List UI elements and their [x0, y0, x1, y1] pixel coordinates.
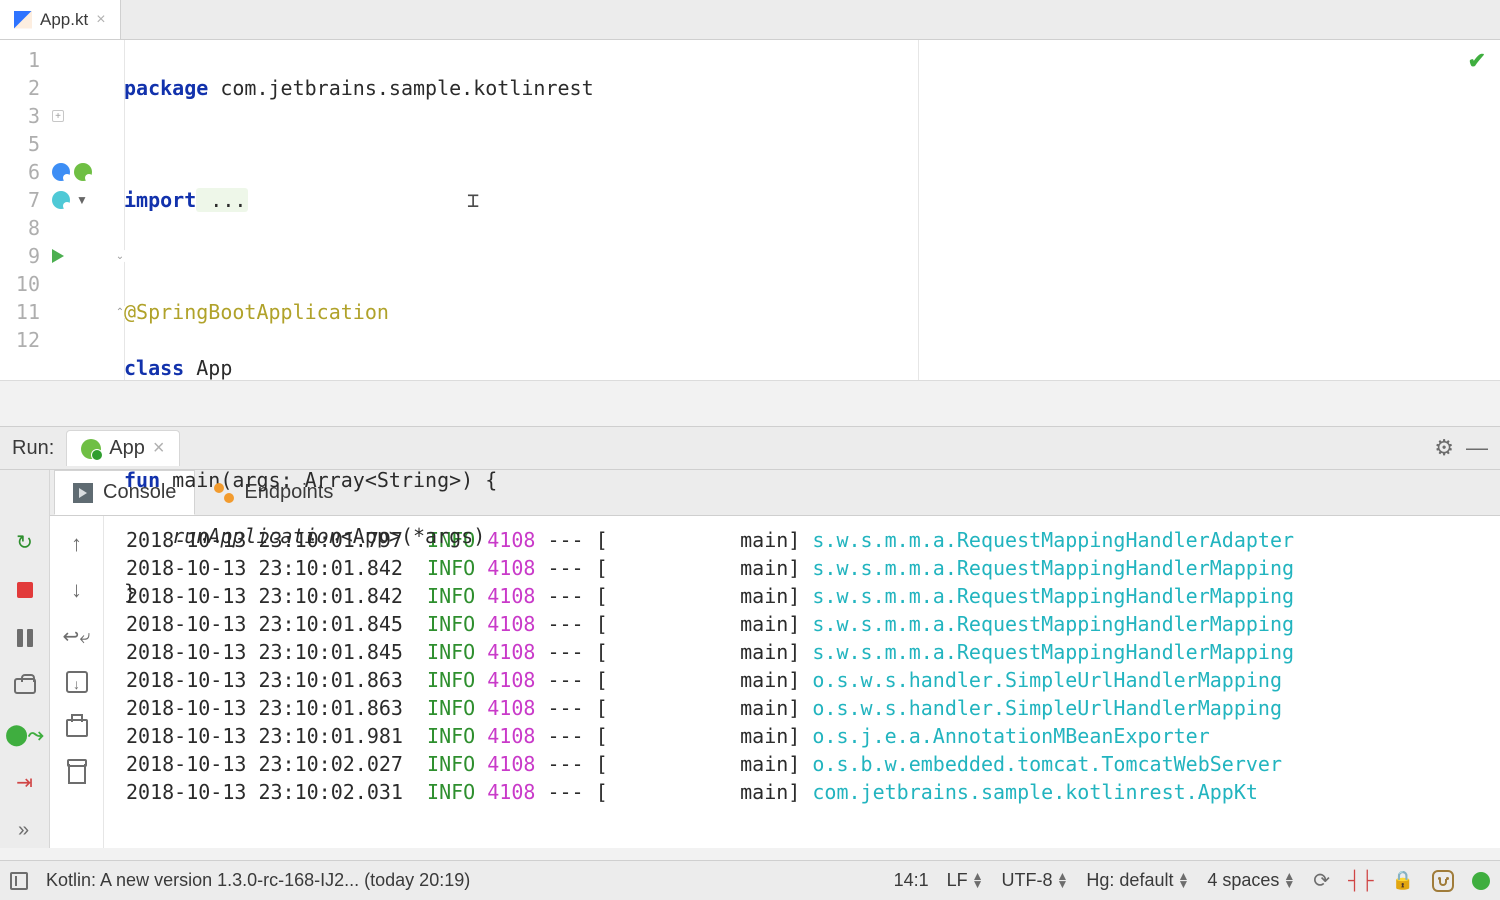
editor-tab-bar: App.kt ×	[0, 0, 1500, 40]
line-number: 10	[0, 270, 40, 298]
previous-occurrence-icon[interactable]: ↑	[65, 532, 89, 556]
sync-settings-icon[interactable]: ⟳	[1313, 868, 1330, 893]
code-keyword: import	[124, 188, 196, 212]
status-message[interactable]: Kotlin: A new version 1.3.0-rc-168-IJ2..…	[46, 870, 470, 891]
rerun-icon[interactable]: ↻	[13, 530, 37, 554]
line-separator-widget[interactable]: LF	[947, 870, 984, 891]
close-tab-icon[interactable]: ×	[96, 11, 105, 29]
toolwindow-toggle-icon[interactable]	[10, 872, 28, 890]
line-number: 6	[0, 158, 40, 186]
scroll-to-end-icon[interactable]	[65, 670, 89, 694]
editor-tab-filename: App.kt	[40, 10, 88, 30]
code-text: com.jetbrains.sample.kotlinrest	[208, 76, 593, 100]
spring-boot-icon	[81, 439, 101, 459]
line-number: 2	[0, 74, 40, 102]
line-number: 7	[0, 186, 40, 214]
kotlin-file-icon	[14, 11, 32, 29]
console-icon	[73, 483, 93, 503]
line-number: 11	[0, 298, 40, 326]
line-number: 12	[0, 326, 40, 354]
line-number: 1	[0, 46, 40, 74]
caret-position[interactable]: 14:1	[894, 870, 929, 891]
line-number: 3	[0, 102, 40, 130]
editor-tab-app-kt[interactable]: App.kt ×	[0, 0, 121, 39]
kotlin-class-gutter-icon[interactable]	[52, 191, 70, 209]
code-indent	[124, 524, 172, 548]
more-actions-icon[interactable]: »	[13, 818, 37, 842]
inspector-face-icon[interactable]	[1432, 870, 1454, 892]
line-number: 8	[0, 214, 40, 242]
code-keyword: fun	[124, 468, 160, 492]
code-text: }	[124, 580, 136, 604]
exit-icon[interactable]: ⇥	[13, 770, 37, 794]
clear-console-icon[interactable]	[65, 762, 89, 786]
spring-bean-gutter-icon[interactable]	[52, 163, 70, 181]
log-line: 2018-10-13 23:10:02.027 INFO 4108 --- [ …	[126, 750, 1500, 778]
code-text: main(args: Array<String>) {	[160, 468, 497, 492]
next-occurrence-icon[interactable]: ↓	[65, 578, 89, 602]
soft-wrap-icon[interactable]: ↩⤶	[65, 624, 89, 648]
background-tasks-icon[interactable]	[1472, 872, 1490, 890]
code-editor[interactable]: ✔ ⌶ 1 2 3 5 6 7 8 9 10 11 12 + ▼ ⌄ ⌃	[0, 40, 1500, 380]
hg-status-icon[interactable]: ┤├	[1348, 870, 1374, 891]
code-keyword: package	[124, 76, 208, 100]
readonly-lock-icon[interactable]: 🔒	[1392, 870, 1414, 891]
print-icon[interactable]	[65, 716, 89, 740]
indent-widget[interactable]: 4 spaces	[1207, 870, 1295, 891]
line-number: 5	[0, 130, 40, 158]
log-line: 2018-10-13 23:10:01.981 INFO 4108 --- [ …	[126, 722, 1500, 750]
gutter-icon-strip: + ▼ ⌄ ⌃	[48, 40, 124, 380]
folded-imports[interactable]: ...	[196, 188, 248, 212]
run-line-gutter-icon[interactable]	[52, 249, 64, 263]
code-keyword: class	[124, 356, 184, 380]
code-call: runApplication	[172, 524, 341, 548]
console-toolbar: ↑ ↓ ↩⤶	[50, 516, 104, 848]
attach-debugger-icon[interactable]: ⬤⤳	[13, 722, 37, 746]
run-action-toolbar: ↻ ⬤⤳ ⇥ »	[0, 516, 50, 848]
code-text: <App>(*args)	[341, 524, 486, 548]
encoding-widget[interactable]: UTF-8	[1002, 870, 1069, 891]
stop-icon[interactable]	[13, 578, 37, 602]
status-bar: Kotlin: A new version 1.3.0-rc-168-IJ2..…	[0, 860, 1500, 900]
code-area[interactable]: package com.jetbrains.sample.kotlinrest …	[124, 40, 1500, 380]
vcs-branch-widget[interactable]: Hg: default	[1086, 870, 1189, 891]
pause-icon[interactable]	[13, 626, 37, 650]
code-annotation: @SpringBootApplication	[124, 300, 389, 324]
endpoints-icon	[214, 483, 234, 503]
log-line: 2018-10-13 23:10:02.031 INFO 4108 --- [ …	[126, 778, 1500, 806]
line-number-gutter: 1 2 3 5 6 7 8 9 10 11 12	[0, 40, 48, 380]
spring-config-gutter-icon[interactable]	[74, 163, 92, 181]
chevron-down-icon[interactable]: ▼	[76, 193, 88, 207]
code-text: App	[184, 356, 232, 380]
run-panel-label: Run:	[12, 437, 54, 460]
fold-expand-icon[interactable]: +	[52, 110, 64, 122]
line-number: 9	[0, 242, 40, 270]
camera-dump-icon[interactable]	[13, 674, 37, 698]
